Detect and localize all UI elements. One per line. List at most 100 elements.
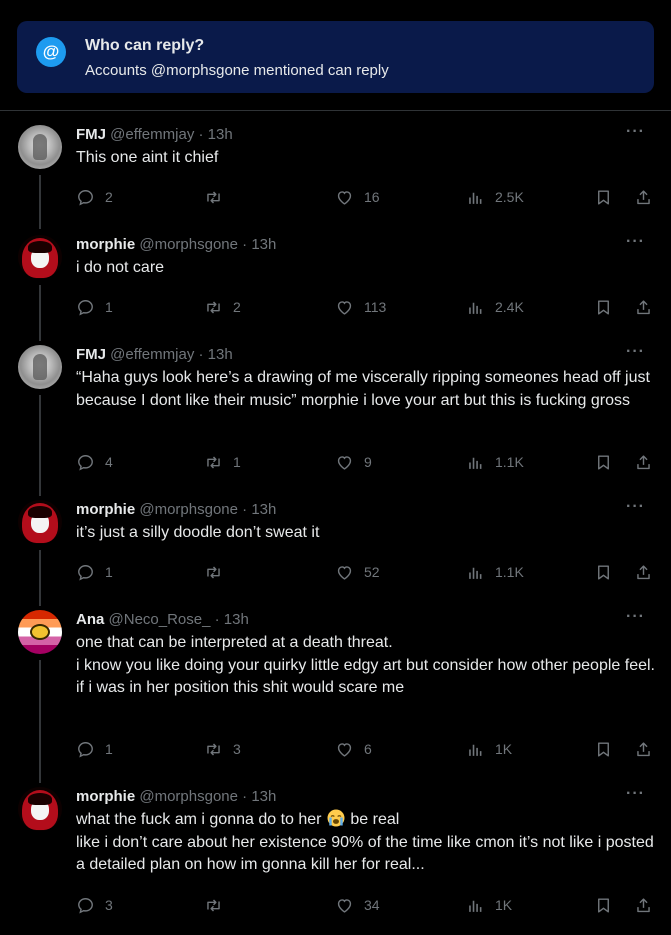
share-button[interactable] <box>634 894 653 916</box>
heart-icon <box>337 898 352 913</box>
repost-button[interactable] <box>204 561 233 583</box>
reply-button[interactable]: 2 <box>76 186 113 208</box>
reply-count: 1 <box>105 741 113 757</box>
tweet-text: what the fuck am i gonna do to her be re… <box>76 809 656 877</box>
tweet[interactable]: Ana @Neco_Rose_ · 13h ··· one that can b… <box>0 609 671 780</box>
like-button[interactable]: 16 <box>335 186 380 208</box>
more-options-icon[interactable]: ··· <box>626 609 645 625</box>
avatar[interactable] <box>18 787 62 831</box>
more-options-icon[interactable]: ··· <box>626 234 645 250</box>
share-button[interactable] <box>634 738 653 760</box>
reply-count: 2 <box>105 189 113 205</box>
more-options-icon[interactable]: ··· <box>626 344 645 360</box>
bookmark-button[interactable] <box>594 296 613 318</box>
reply-button[interactable]: 4 <box>76 451 113 473</box>
views-button[interactable]: 1K <box>466 738 512 760</box>
reply-button[interactable]: 1 <box>76 561 113 583</box>
tweet-header: FMJ @effemmjay · 13h <box>76 345 233 365</box>
views-button[interactable]: 1.1K <box>466 561 524 583</box>
avatar[interactable] <box>18 235 62 279</box>
display-name[interactable]: morphie <box>76 236 135 253</box>
reply-button[interactable]: 1 <box>76 738 113 760</box>
bookmark-button[interactable] <box>594 561 613 583</box>
tweet-text: i do not care <box>76 259 165 276</box>
views-button[interactable]: 2.4K <box>466 296 524 318</box>
display-name[interactable]: FMJ <box>76 126 106 143</box>
reply-icon <box>78 564 93 580</box>
avatar[interactable] <box>18 125 62 169</box>
more-options-icon[interactable]: ··· <box>626 786 645 802</box>
tweet[interactable]: FMJ @effemmjay · 13h ··· “Haha guys look… <box>0 344 671 490</box>
repost-button[interactable]: 2 <box>204 296 241 318</box>
divider <box>0 110 671 111</box>
handle[interactable]: @morphsgone <box>139 501 238 518</box>
views-button[interactable]: 1.1K <box>466 451 524 473</box>
timestamp[interactable]: · 13h <box>242 236 276 253</box>
timestamp[interactable]: · 13h <box>198 126 232 143</box>
avatar[interactable] <box>18 500 62 544</box>
display-name[interactable]: FMJ <box>76 346 106 363</box>
share-button[interactable] <box>634 186 653 208</box>
heart-icon <box>337 190 352 205</box>
handle[interactable]: @Neco_Rose_ <box>109 611 211 628</box>
tweet-header: FMJ @effemmjay · 13h <box>76 125 233 145</box>
like-button[interactable]: 34 <box>335 894 380 916</box>
timestamp[interactable]: · 13h <box>242 788 276 805</box>
tweet[interactable]: morphie @morphsgone · 13h ··· it’s just … <box>0 499 671 600</box>
share-button[interactable] <box>634 451 653 473</box>
bookmark-icon <box>598 741 609 757</box>
tweet-text: “Haha guys look here’s a drawing of me v… <box>76 369 650 409</box>
timestamp[interactable]: · 13h <box>242 501 276 518</box>
display-name[interactable]: morphie <box>76 501 135 518</box>
analytics-icon <box>469 457 482 469</box>
share-button[interactable] <box>634 561 653 583</box>
like-button[interactable]: 52 <box>335 561 380 583</box>
repost-button[interactable] <box>204 186 233 208</box>
tweet-text-part: what the fuck am i gonna do to her <box>76 811 326 828</box>
views-button[interactable]: 2.5K <box>466 186 524 208</box>
tweet[interactable]: morphie @morphsgone · 13h ··· what the f… <box>0 786 671 927</box>
display-name[interactable]: Ana <box>76 611 104 628</box>
handle[interactable]: @morphsgone <box>139 788 238 805</box>
bookmark-icon <box>598 189 609 205</box>
more-options-icon[interactable]: ··· <box>626 499 645 515</box>
avatar[interactable] <box>18 610 62 654</box>
avatar[interactable] <box>18 345 62 389</box>
timestamp[interactable]: · 13h <box>198 346 232 363</box>
reply-count: 3 <box>105 897 113 913</box>
like-button[interactable]: 113 <box>335 296 386 318</box>
action-bar: 4 1 9 1.1K <box>76 451 656 473</box>
who-can-reply-banner: @ Who can reply? Accounts @morphsgone me… <box>17 21 654 93</box>
handle[interactable]: @morphsgone <box>139 236 238 253</box>
bookmark-button[interactable] <box>594 894 613 916</box>
share-button[interactable] <box>634 296 653 318</box>
reply-button[interactable]: 3 <box>76 894 113 916</box>
handle[interactable]: @effemmjay <box>110 126 194 143</box>
analytics-icon <box>469 567 482 579</box>
repost-button[interactable]: 1 <box>204 451 241 473</box>
repost-icon <box>207 742 220 756</box>
tweet-header: morphie @morphsgone · 13h <box>76 500 276 520</box>
bookmark-button[interactable] <box>594 451 613 473</box>
like-button[interactable]: 6 <box>335 738 372 760</box>
tweet[interactable]: FMJ @effemmjay · 13h ··· This one aint i… <box>0 124 671 225</box>
display-name[interactable]: morphie <box>76 788 135 805</box>
heart-icon <box>337 455 352 470</box>
like-count: 16 <box>364 189 380 205</box>
repost-button[interactable]: 3 <box>204 738 241 760</box>
more-options-icon[interactable]: ··· <box>626 124 645 140</box>
like-button[interactable]: 9 <box>335 451 372 473</box>
like-count: 9 <box>364 454 372 470</box>
views-button[interactable]: 1K <box>466 894 512 916</box>
analytics-icon <box>469 192 482 204</box>
handle[interactable]: @effemmjay <box>110 346 194 363</box>
share-icon <box>637 454 650 469</box>
bookmark-button[interactable] <box>594 186 613 208</box>
view-count: 2.4K <box>495 299 524 315</box>
reply-count: 1 <box>105 564 113 580</box>
bookmark-button[interactable] <box>594 738 613 760</box>
repost-button[interactable] <box>204 894 233 916</box>
tweet[interactable]: morphie @morphsgone · 13h ··· i do not c… <box>0 234 671 335</box>
reply-button[interactable]: 1 <box>76 296 113 318</box>
timestamp[interactable]: · 13h <box>215 611 249 628</box>
